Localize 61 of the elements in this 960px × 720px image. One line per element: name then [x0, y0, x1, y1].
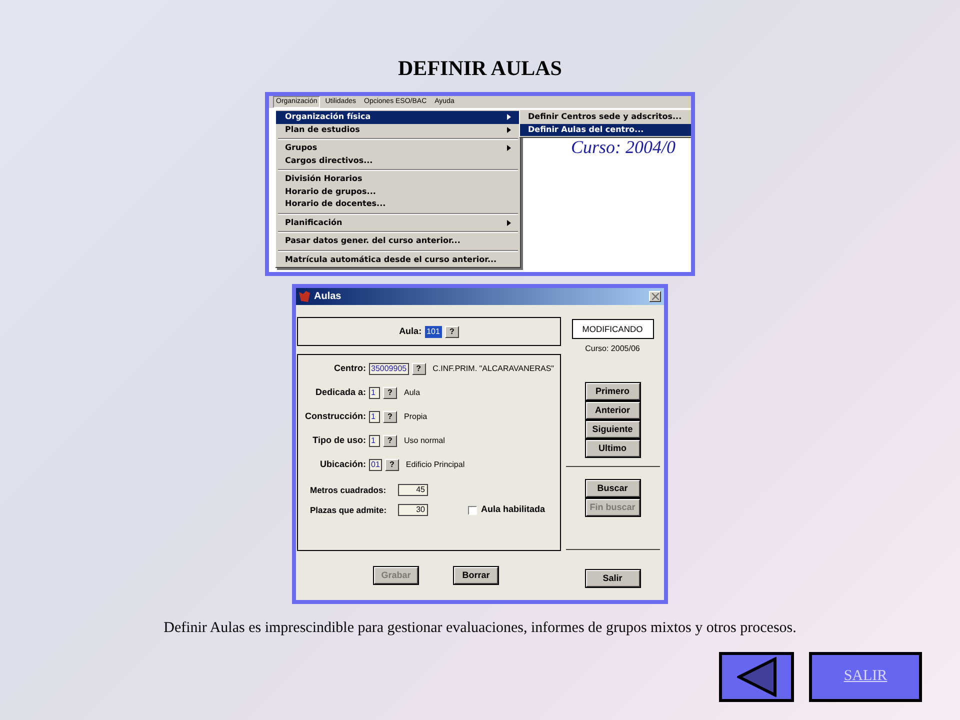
help-button[interactable]: ?	[383, 411, 397, 423]
menu-item[interactable]: Pasar datos gener. del curso anterior...	[276, 235, 520, 248]
menu-item[interactable]: Grupos	[276, 142, 520, 154]
code-field[interactable]: 01	[369, 459, 382, 471]
window-title: Aulas	[314, 290, 342, 304]
caption: Definir Aulas es imprescindible para gestionar evaluaciones, informes de grupos mixtos y otros procesos.	[164, 619, 796, 638]
code-field[interactable]: 35009905	[369, 363, 409, 375]
field-description: Propia	[404, 411, 428, 423]
menu-item[interactable]: Plan de estudios	[276, 124, 520, 136]
code-field[interactable]: 1	[369, 387, 380, 399]
checkbox[interactable]	[468, 506, 477, 514]
background-text: Curso: 2004/0	[571, 138, 676, 156]
menu-item[interactable]: Definir Aulas del centro...	[520, 124, 691, 136]
help-button[interactable]: ?	[383, 387, 397, 399]
menu-item[interactable]: Matrícula automática desde el curso anterior...	[276, 254, 520, 266]
menu-item[interactable]: División Horarios	[276, 173, 520, 186]
menu-item[interactable]: Cargos directivos...	[276, 154, 520, 167]
dialog-button[interactable]: Ultimo	[586, 440, 640, 457]
menu-item[interactable]: Organización física	[276, 111, 520, 124]
field-label: Dedicada a:	[314, 386, 366, 400]
field-label: Plazas que admite:	[310, 504, 388, 516]
field-label: Centro:	[333, 362, 366, 376]
field-description: Aula	[404, 387, 420, 399]
aula-field[interactable]: 101	[424, 326, 442, 338]
dialog-button[interactable]: Anterior	[586, 402, 640, 419]
code-field[interactable]: 1	[369, 435, 380, 447]
help-button[interactable]: ?	[412, 363, 426, 375]
field-description: Uso normal	[404, 435, 445, 447]
submenu-arrow-icon	[507, 220, 511, 226]
code-field[interactable]: 1	[369, 411, 380, 423]
help-button[interactable]: ?	[444, 326, 459, 338]
dialog-button[interactable]: Siguiente	[586, 421, 640, 438]
close-button[interactable]	[649, 291, 661, 302]
left-triangle-icon	[736, 656, 776, 696]
dialog-button[interactable]: Buscar	[586, 480, 640, 497]
dialog-button[interactable]: Borrar	[454, 567, 498, 584]
slide-title: DEFINIR AULAS	[398, 55, 562, 81]
field-label: Metros cuadrados:	[310, 484, 388, 496]
field-description: C.INF.PRIM. "ALCARAVANERAS"	[432, 363, 554, 375]
menu-item[interactable]: Planificación	[276, 216, 520, 229]
number-field[interactable]: 45	[398, 484, 428, 496]
dialog-button[interactable]: Salir	[586, 570, 640, 587]
back-button[interactable]	[719, 652, 794, 702]
close-icon	[652, 293, 658, 300]
menu-item[interactable]: Horario de grupos...	[276, 186, 520, 198]
field-description: Edificio Principal	[406, 459, 465, 471]
menu-item[interactable]: Definir Centros sede y adscritos...	[520, 111, 691, 124]
course-label: Curso: 2005/06	[585, 343, 640, 355]
field-label: Aula:	[399, 324, 422, 338]
submenu-arrow-icon	[507, 145, 511, 152]
field-label: Construcción:	[304, 410, 366, 424]
checkbox-label: Aula habilitada	[481, 503, 546, 516]
number-field[interactable]: 30	[398, 504, 428, 516]
dialog-button[interactable]: Primero	[586, 383, 640, 400]
status-field: MODIFICANDO	[572, 319, 654, 339]
help-button[interactable]: ?	[383, 435, 397, 447]
menu-item[interactable]: Horario de docentes...	[276, 198, 520, 210]
app-icon	[299, 291, 310, 302]
field-label: Ubicación:	[318, 458, 366, 472]
help-button[interactable]: ?	[384, 459, 399, 471]
field-label: Tipo de uso:	[312, 434, 366, 448]
